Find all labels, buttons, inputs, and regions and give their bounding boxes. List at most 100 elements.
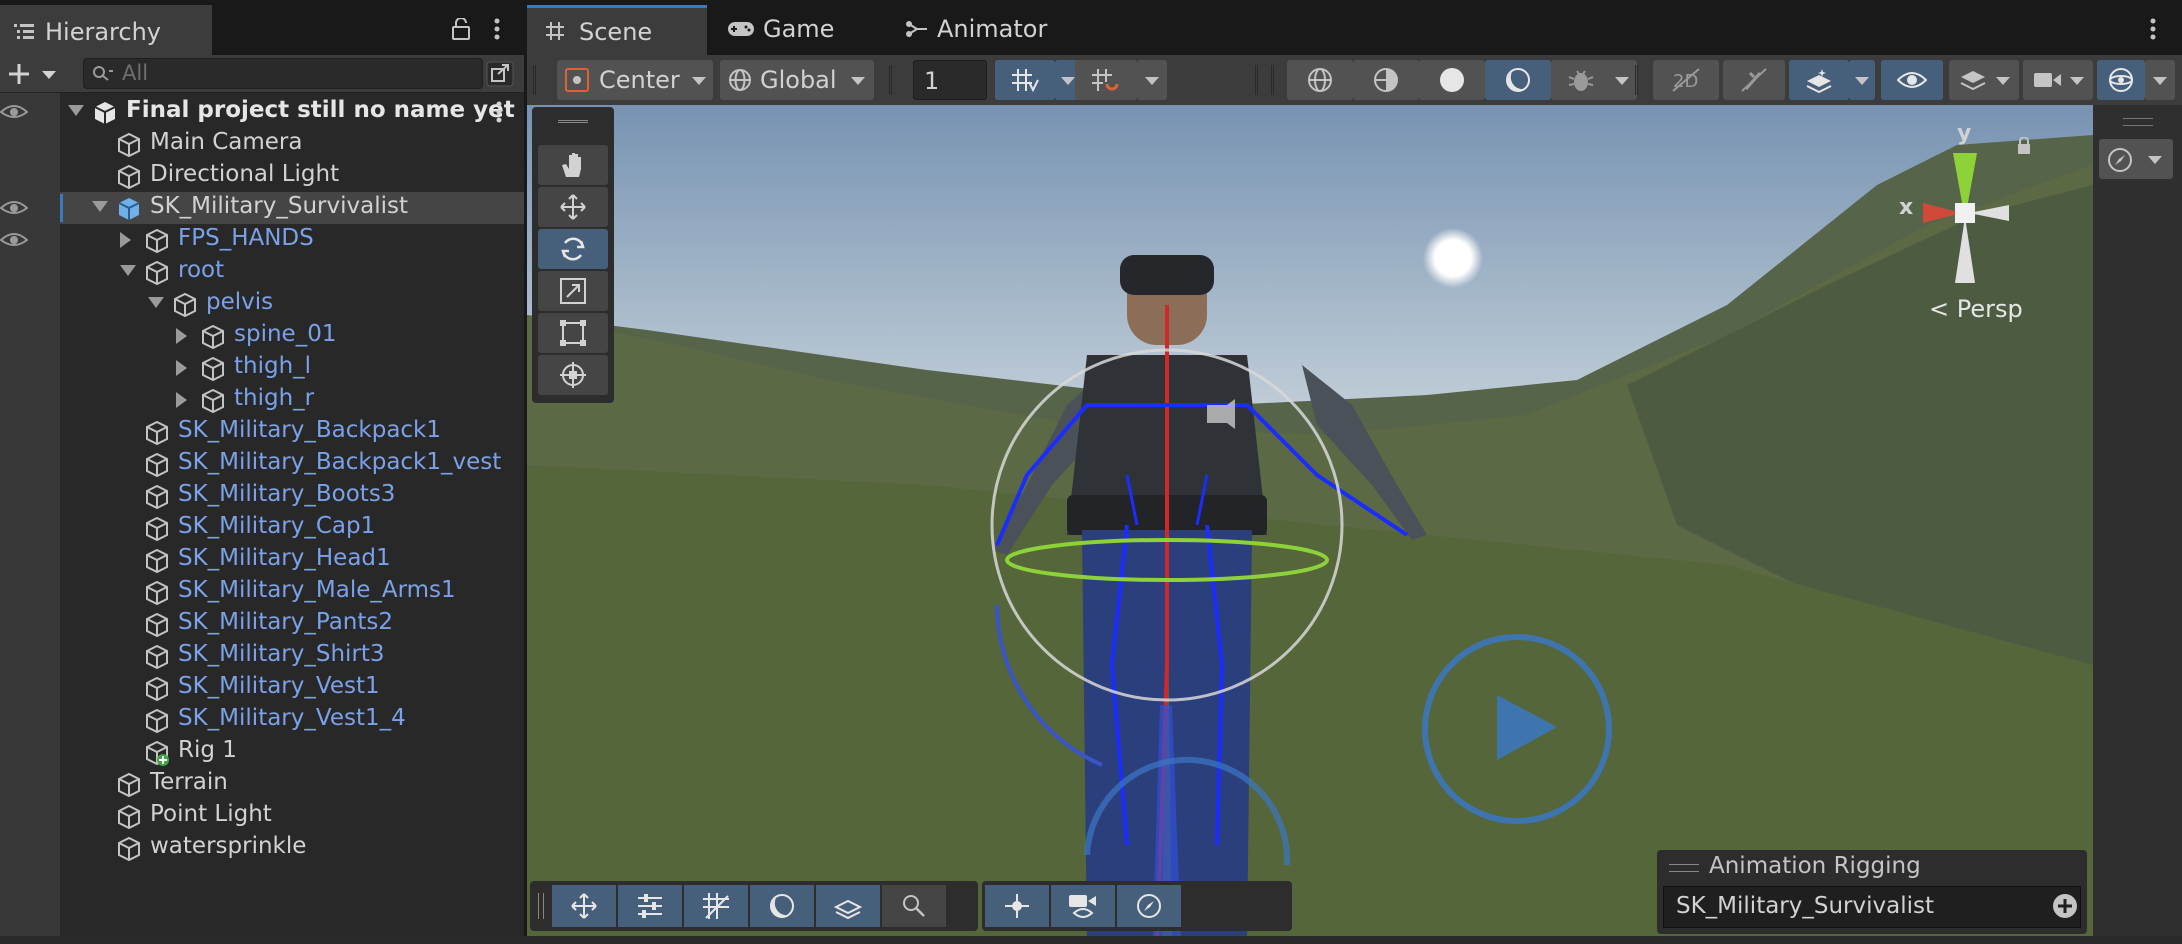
hierarchy-item[interactable]: root — [60, 256, 524, 288]
expand-arrow-open-icon[interactable] — [68, 105, 84, 116]
shading-shaded-wireframe-button[interactable] — [1353, 60, 1419, 100]
hand-tool-button[interactable] — [538, 145, 608, 185]
scene-view-search-icon[interactable] — [486, 61, 514, 87]
view-grid-button[interactable] — [684, 885, 748, 927]
hierarchy-item[interactable]: watersprinkle — [60, 832, 524, 864]
hierarchy-item[interactable]: SK_Military_Shirt3 — [60, 640, 524, 672]
hierarchy-item[interactable]: Rig 1 — [60, 736, 524, 768]
move-tool-button[interactable] — [538, 187, 608, 227]
visibility-eye-icon[interactable] — [0, 198, 28, 216]
scene-render — [527, 105, 2093, 936]
view-settings-button[interactable] — [618, 885, 682, 927]
hierarchy-tab[interactable]: Hierarchy — [0, 5, 212, 55]
scene-visibility-toggle[interactable] — [1881, 60, 1943, 100]
debug-draw-mode-menu[interactable] — [1607, 60, 1637, 100]
compass-icon — [1136, 893, 1162, 919]
shading-lit-button[interactable] — [1485, 60, 1551, 100]
hierarchy-item[interactable]: SK_Military_Cap1 — [60, 512, 524, 544]
hierarchy-item-label: watersprinkle — [150, 833, 307, 859]
hierarchy-item[interactable]: SK_Military_Backpack1_vest — [60, 448, 524, 480]
lock-icon[interactable] — [452, 18, 470, 40]
fx-toggle-button[interactable] — [1789, 60, 1849, 100]
hierarchy-item-label: SK_Military_Survivalist — [150, 193, 408, 219]
hierarchy-item[interactable]: thigh_l — [60, 352, 524, 384]
rotate-icon — [559, 235, 587, 263]
side-drag-handle[interactable] — [2123, 118, 2153, 126]
gizmos-menu[interactable] — [2145, 60, 2175, 100]
orientation-menu-button[interactable] — [2099, 139, 2173, 179]
hierarchy-item[interactable]: Point Light — [60, 800, 524, 832]
expand-arrow-closed-icon[interactable] — [176, 328, 187, 344]
tab-game[interactable]: Game — [707, 5, 887, 55]
visibility-eye-icon[interactable] — [0, 102, 28, 120]
view-shading-button[interactable] — [750, 885, 814, 927]
hierarchy-item[interactable]: Terrain — [60, 768, 524, 800]
add-dropdown-button[interactable] — [8, 62, 60, 86]
pivot-mode-dropdown[interactable]: Center — [557, 60, 713, 100]
expand-arrow-closed-icon[interactable] — [176, 392, 187, 408]
transform-tool-button[interactable] — [538, 355, 608, 395]
fx-menu[interactable] — [1849, 60, 1875, 100]
increment-snap-toggle[interactable] — [1075, 60, 1137, 100]
hierarchy-item[interactable]: Main Camera — [60, 128, 524, 160]
hierarchy-item[interactable]: spine_01 — [60, 320, 524, 352]
view-layers-button[interactable] — [816, 885, 880, 927]
hierarchy-item[interactable]: thigh_r — [60, 384, 524, 416]
hierarchy-item[interactable]: SK_Military_Backpack1 — [60, 416, 524, 448]
gameobject-icon — [116, 836, 142, 862]
view-compass-button[interactable] — [1117, 885, 1181, 927]
increment-snap-menu[interactable] — [1137, 60, 1167, 100]
debug-draw-mode-button[interactable] — [1551, 60, 1611, 100]
lighting-toggle-button[interactable] — [1723, 60, 1785, 100]
2d-toggle-button[interactable]: 2D — [1653, 60, 1719, 100]
scene-root-item[interactable]: Final project still no name yet — [60, 96, 524, 128]
hierarchy-item[interactable]: SK_Military_Boots3 — [60, 480, 524, 512]
palette-drag-handle[interactable] — [558, 120, 588, 123]
lock-icon[interactable] — [2017, 137, 2031, 155]
view-search-button[interactable] — [882, 885, 946, 927]
tab-animator[interactable]: Animator — [887, 5, 1087, 55]
tab-scene[interactable]: Scene — [527, 5, 707, 55]
expand-arrow-closed-icon[interactable] — [120, 232, 131, 248]
rotate-tool-button[interactable] — [538, 229, 608, 269]
scene-viewport[interactable]: y x < Persp Animation Rigging SK_Militar… — [527, 105, 2093, 936]
overlay-drag-handle[interactable] — [1669, 864, 1699, 872]
shading-wireframe-button[interactable] — [1287, 60, 1353, 100]
hierarchy-item[interactable]: FPS_HANDS — [60, 224, 524, 256]
scene-more-options-icon[interactable] — [496, 101, 502, 123]
view-camera-button[interactable] — [1051, 885, 1115, 927]
overlay-drag-handle[interactable] — [538, 893, 544, 919]
rect-tool-button[interactable] — [538, 313, 608, 353]
add-circle-icon[interactable] — [2052, 893, 2078, 919]
view-pivot-button[interactable] — [985, 885, 1049, 927]
hierarchy-item[interactable]: pelvis — [60, 288, 524, 320]
grid-size-field[interactable]: 1 — [913, 60, 987, 100]
hierarchy-item[interactable]: SK_Military_Vest1_4 — [60, 704, 524, 736]
grid-snap-toggle[interactable] — [995, 60, 1055, 100]
expand-arrow-open-icon[interactable] — [92, 201, 108, 212]
projection-mode-label[interactable]: < Persp — [1929, 295, 2023, 323]
hierarchy-item[interactable]: SK_Military_Pants2 — [60, 608, 524, 640]
more-options-icon[interactable] — [2150, 18, 2156, 40]
expand-arrow-open-icon[interactable] — [148, 297, 164, 308]
space-mode-dropdown[interactable]: Global — [720, 60, 874, 100]
expand-arrow-closed-icon[interactable] — [176, 360, 187, 376]
hierarchy-item[interactable]: SK_Military_Vest1 — [60, 672, 524, 704]
hierarchy-item[interactable]: SK_Military_Head1 — [60, 544, 524, 576]
layers-dropdown[interactable] — [1949, 60, 2019, 100]
view-move-button[interactable] — [552, 885, 616, 927]
hierarchy-item[interactable]: Directional Light — [60, 160, 524, 192]
visibility-eye-icon[interactable] — [0, 230, 28, 248]
orientation-gizmo[interactable]: y x — [1897, 121, 2047, 305]
camera-settings-dropdown[interactable] — [2023, 60, 2093, 100]
hierarchy-item[interactable]: SK_Military_Survivalist — [60, 192, 524, 224]
more-options-icon[interactable] — [494, 18, 500, 40]
expand-arrow-open-icon[interactable] — [120, 265, 136, 276]
rig-selector-field[interactable]: SK_Military_Survivalist — [1663, 886, 2081, 928]
gizmos-toggle[interactable] — [2097, 60, 2145, 100]
search-input[interactable]: All — [83, 58, 483, 89]
hierarchy-item[interactable]: SK_Military_Male_Arms1 — [60, 576, 524, 608]
chevron-down-icon — [2069, 76, 2085, 86]
scale-tool-button[interactable] — [538, 271, 608, 311]
shading-solid-button[interactable] — [1419, 60, 1485, 100]
